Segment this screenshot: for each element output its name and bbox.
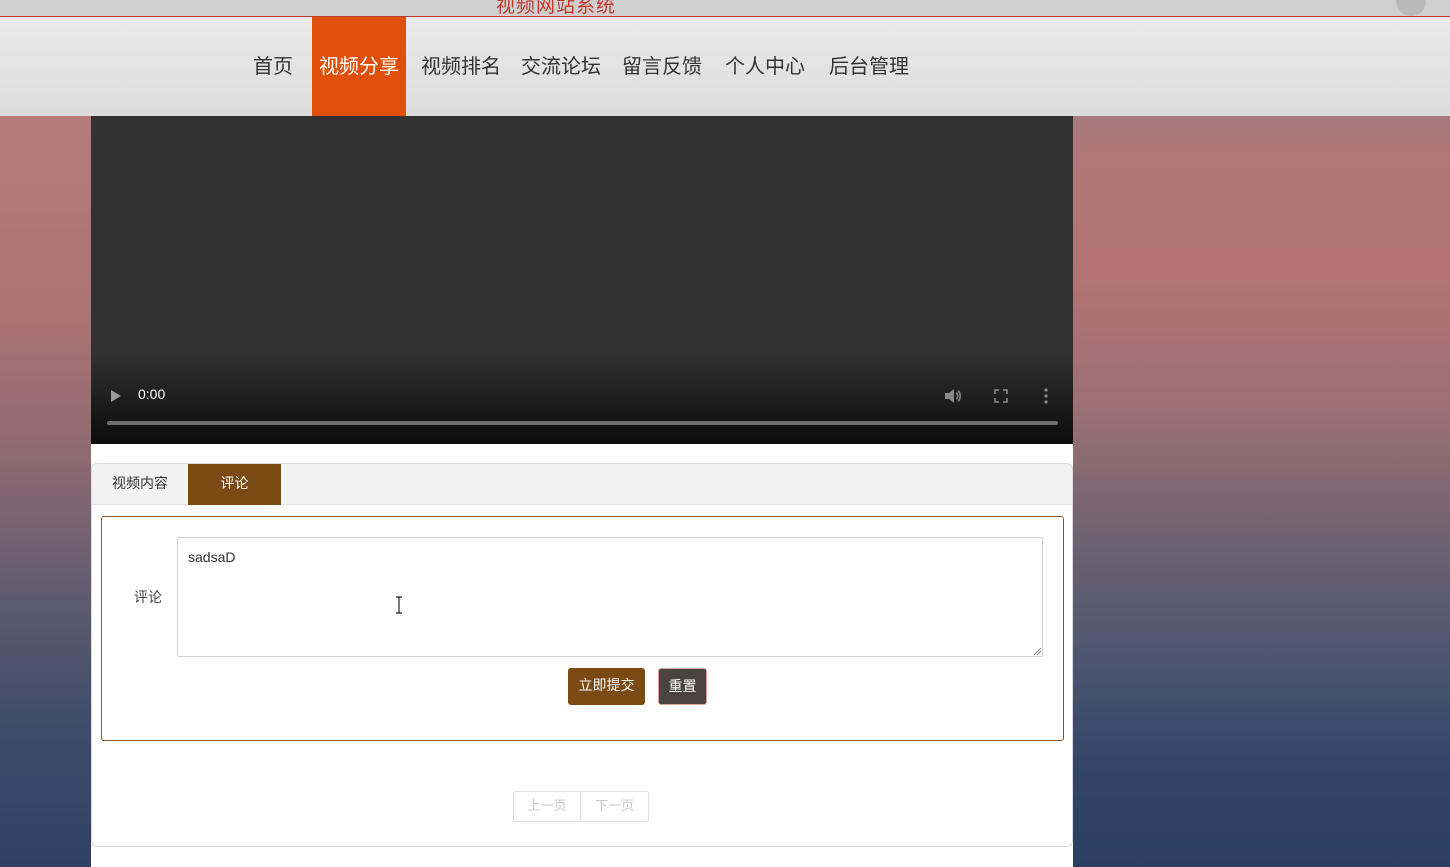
nav-item-home[interactable]: 首页 bbox=[245, 17, 301, 116]
nav-item-user-center[interactable]: 个人中心 bbox=[720, 17, 810, 116]
comment-textarea[interactable]: sadsaD bbox=[177, 537, 1043, 657]
video-progress-bar[interactable] bbox=[107, 421, 1058, 425]
nav-item-video-share[interactable]: 视频分享 bbox=[312, 17, 406, 116]
nav-item-video-ranking[interactable]: 视频排名 bbox=[416, 17, 506, 116]
pagination: 上一页 下一页 bbox=[513, 791, 649, 822]
main-navigation: 首页 视频分享 视频排名 交流论坛 留言反馈 个人中心 后台管理 bbox=[0, 17, 1450, 116]
top-bar: 视频网站系统 bbox=[0, 0, 1450, 17]
prev-page-button[interactable]: 上一页 bbox=[514, 792, 581, 821]
video-player[interactable]: 0:00 bbox=[91, 116, 1073, 444]
nav-item-forum[interactable]: 交流论坛 bbox=[516, 17, 606, 116]
detail-panel: 视频内容 评论 评论 sadsaD 立即提交 重置 bbox=[91, 463, 1073, 847]
fullscreen-icon[interactable] bbox=[993, 388, 1009, 404]
tab-comments[interactable]: 评论 bbox=[188, 464, 281, 505]
site-title: 视频网站系统 bbox=[496, 0, 617, 17]
submit-button[interactable]: 立即提交 bbox=[568, 668, 645, 705]
video-current-time: 0:00 bbox=[138, 386, 166, 402]
next-page-button[interactable]: 下一页 bbox=[581, 792, 648, 821]
tab-bar: 视频内容 评论 bbox=[92, 464, 1072, 505]
nav-item-feedback[interactable]: 留言反馈 bbox=[617, 17, 707, 116]
background-left bbox=[0, 116, 91, 867]
comment-label: 评论 bbox=[134, 590, 162, 606]
user-avatar[interactable] bbox=[1396, 0, 1426, 16]
play-icon[interactable] bbox=[109, 388, 123, 404]
tab-video-content[interactable]: 视频内容 bbox=[92, 464, 188, 505]
reset-button[interactable]: 重置 bbox=[658, 668, 707, 705]
nav-item-admin[interactable]: 后台管理 bbox=[824, 17, 914, 116]
volume-icon[interactable] bbox=[943, 387, 963, 405]
comment-form: 评论 sadsaD 立即提交 重置 bbox=[101, 516, 1064, 741]
main-content: 0:00 视频内容 评论 评论 sadsaD 立即提交 重置 上一页 下一页 bbox=[91, 116, 1073, 867]
resize-handle-icon[interactable] bbox=[1032, 646, 1042, 656]
text-cursor-icon bbox=[396, 596, 402, 614]
more-options-icon[interactable] bbox=[1042, 387, 1050, 405]
